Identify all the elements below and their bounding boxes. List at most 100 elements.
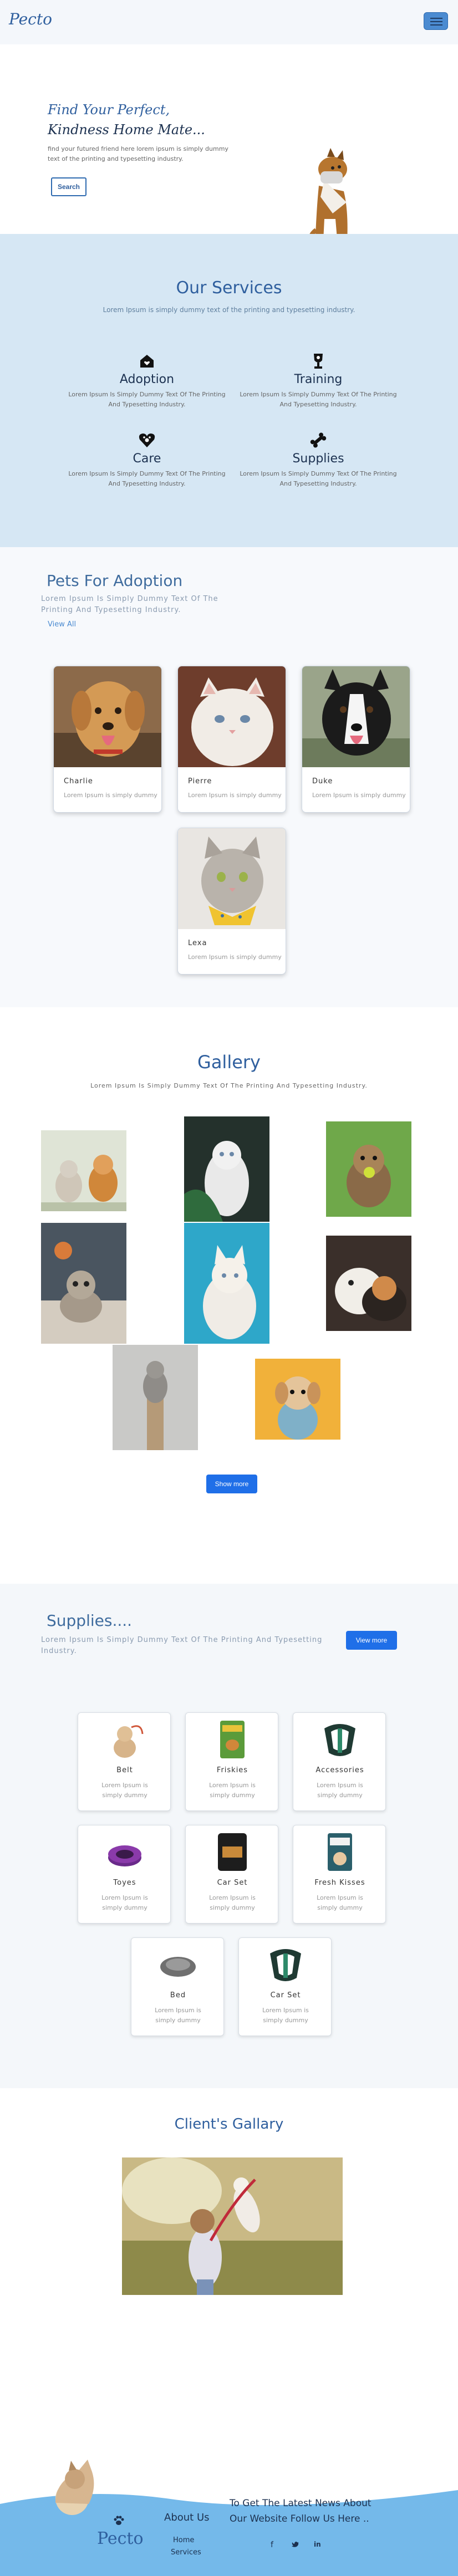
supply-desc: Lorem Ipsum is simply dummy [209, 1894, 256, 1911]
supply-card-toyes[interactable]: Toyes Lorem Ipsum is simply dummy [78, 1825, 171, 1924]
supply-desc: Lorem Ipsum is simply dummy [262, 2007, 309, 2024]
supply-name: Toyes [113, 1879, 136, 1887]
supply-card-fresh-kisses[interactable]: Fresh Kisses Lorem Ipsum is simply dummy [293, 1825, 386, 1924]
pet-desc: Lorem Ipsum is simply dummy [188, 953, 282, 961]
clients-section: Client's Gallary [0, 2088, 458, 2437]
service-adoption[interactable]: Adoption Lorem Ipsum Is Simply Dummy Tex… [64, 351, 230, 410]
pet-desc: Lorem Ipsum is simply dummy [64, 792, 157, 799]
adoption-description: Lorem Ipsum Is Simply Dummy Text Of The … [41, 595, 218, 614]
supply-desc: Lorem Ipsum is simply dummy [155, 2007, 201, 2024]
supply-card-bed[interactable]: Bed Lorem Ipsum is simply dummy [131, 1937, 224, 2036]
pet-card-lexa[interactable]: Lexa Lorem Ipsum is simply dummy [177, 828, 286, 975]
service-desc: Lorem Ipsum Is Simply Dummy Text Of The … [68, 470, 226, 487]
service-training[interactable]: Training Lorem Ipsum Is Simply Dummy Tex… [235, 351, 401, 410]
gallery-image-puppy-yellow[interactable] [255, 1359, 340, 1440]
supply-card-car-set-2[interactable]: Car Set Lorem Ipsum is simply dummy [238, 1937, 332, 2036]
navbar: Pecto [0, 0, 458, 44]
facebook-icon[interactable]: f [271, 2541, 273, 2549]
footer-link-services[interactable]: Services [171, 2548, 201, 2557]
supply-card-belt[interactable]: Belt Lorem Ipsum is simply dummy [78, 1712, 171, 1811]
supply-name: Car Set [217, 1879, 248, 1887]
service-desc: Lorem Ipsum Is Simply Dummy Text Of The … [240, 470, 397, 487]
supply-name: Belt [116, 1766, 133, 1774]
view-more-button[interactable]: View more [346, 1631, 397, 1650]
footer-wave-background [0, 2460, 458, 2576]
supplies-section: Supplies.... Lorem Ipsum Is Simply Dummy… [0, 1584, 458, 2088]
gallery-image-white-cat[interactable] [184, 1116, 269, 1222]
adoption-section: Pets For Adoption Lorem Ipsum Is Simply … [0, 547, 458, 1007]
search-button[interactable]: Search [51, 177, 86, 196]
about-title: About Us [164, 2512, 210, 2523]
supply-name: Fresh Kisses [314, 1879, 365, 1887]
service-name: Supplies [292, 452, 344, 466]
service-name: Care [133, 452, 161, 466]
newsletter-title: To Get The Latest News About Our Website… [230, 2498, 372, 2524]
brand-logo[interactable]: Pecto [9, 10, 52, 28]
supply-image [220, 1721, 245, 1758]
supply-image [160, 1957, 196, 1977]
gallery-image-kitten[interactable] [41, 1223, 126, 1344]
pet-card-pierre[interactable]: Pierre Lorem Ipsum is simply dummy [177, 666, 286, 813]
paw-icon [114, 2516, 124, 2525]
supply-name: Bed [170, 1991, 186, 1999]
footer: Pecto About Us Home Services To Get The … [0, 2437, 458, 2576]
linkedin-icon[interactable]: in [314, 2541, 321, 2548]
pet-name: Lexa [188, 939, 207, 947]
supply-image [328, 1833, 352, 1871]
service-name: Training [294, 373, 343, 386]
heart-paw-icon [139, 433, 155, 447]
hero-title-line2: Kindness Home Mate... [48, 122, 205, 137]
pet-photo [178, 828, 286, 929]
services-title: Our Services [176, 278, 282, 298]
gallery-image-cat-blue[interactable] [184, 1223, 269, 1344]
menu-toggle-button[interactable] [424, 12, 448, 30]
supply-image [324, 1724, 355, 1756]
adoption-title: Pets For Adoption [47, 572, 183, 590]
trophy-icon [314, 354, 323, 369]
supplies-title: Supplies.... [47, 1611, 133, 1630]
clients-title: Client's Gallary [174, 2116, 284, 2133]
pet-card-duke[interactable]: Duke Lorem Ipsum is simply dummy [302, 666, 410, 813]
supply-card-accessories[interactable]: Accessories Lorem Ipsum is simply dummy [293, 1712, 386, 1811]
pet-photo [302, 666, 410, 767]
gallery-title: Gallery [197, 1052, 261, 1073]
gallery-section: Gallery Lorem Ipsum Is Simply Dummy Text… [0, 1007, 458, 1584]
supply-image [218, 1833, 247, 1871]
hamburger-icon [430, 18, 442, 19]
supply-card-friskies[interactable]: Friskies Lorem Ipsum is simply dummy [185, 1712, 278, 1811]
supply-name: Car Set [270, 1991, 301, 1999]
hero-title: Find Your Perfect, Kindness Home Mate... [48, 100, 205, 140]
pet-photo [54, 666, 161, 767]
pet-photo [178, 666, 286, 767]
view-all-link[interactable]: View All [48, 620, 76, 629]
pet-card-charlie[interactable]: Charlie Lorem Ipsum is simply dummy [53, 666, 162, 813]
pet-name: Pierre [188, 777, 212, 785]
supply-card-car-set[interactable]: Car Set Lorem Ipsum is simply dummy [185, 1825, 278, 1924]
client-photo-girl-dog[interactable] [122, 2157, 343, 2295]
service-desc: Lorem Ipsum Is Simply Dummy Text Of The … [240, 391, 397, 408]
footer-link-home[interactable]: Home [173, 2536, 194, 2544]
service-care[interactable]: Care Lorem Ipsum Is Simply Dummy Text Of… [64, 431, 230, 489]
hero-section: Find Your Perfect, Kindness Home Mate...… [0, 44, 458, 258]
supply-desc: Lorem Ipsum is simply dummy [101, 1894, 148, 1911]
services-subtitle: Lorem Ipsum is simply dummy text of the … [103, 306, 355, 314]
supply-desc: Lorem Ipsum is simply dummy [101, 1782, 148, 1799]
supply-image [114, 1725, 144, 1758]
bone-icon [310, 432, 327, 448]
gallery-image-terrier[interactable] [326, 1121, 411, 1217]
gallery-subtitle: Lorem Ipsum Is Simply Dummy Text Of The … [90, 1082, 368, 1089]
service-supplies[interactable]: Supplies Lorem Ipsum Is Simply Dummy Tex… [235, 431, 401, 489]
twitter-icon[interactable] [292, 2541, 299, 2551]
supply-desc: Lorem Ipsum is simply dummy [209, 1782, 256, 1799]
supply-desc: Lorem Ipsum is simply dummy [317, 1894, 363, 1911]
supply-name: Friskies [216, 1766, 248, 1774]
gallery-image-cat-dog-cuddle[interactable] [326, 1236, 411, 1331]
footer-logo[interactable]: Pecto [97, 2529, 144, 2548]
pet-desc: Lorem Ipsum is simply dummy [188, 792, 282, 799]
pet-name: Duke [312, 777, 333, 785]
gallery-image-cat-tower[interactable] [113, 1345, 198, 1450]
show-more-button[interactable]: Show more [206, 1475, 257, 1493]
gallery-image-cat-dog[interactable] [41, 1130, 126, 1211]
services-section: Our Services Lorem Ipsum is simply dummy… [0, 234, 458, 547]
supply-name: Accessories [315, 1766, 364, 1774]
